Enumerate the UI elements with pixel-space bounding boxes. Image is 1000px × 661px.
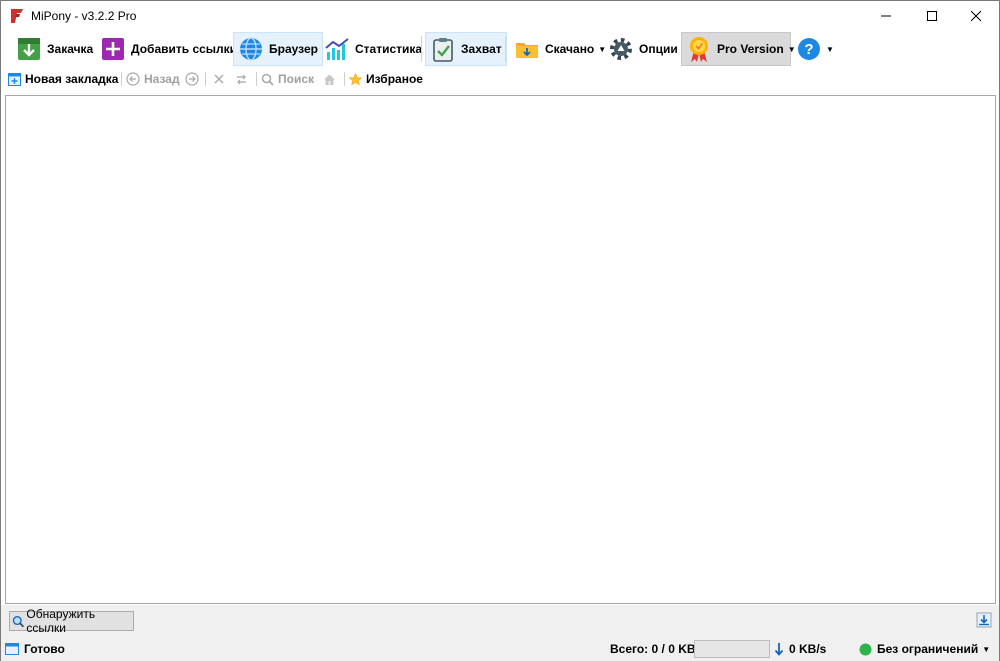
favorites-label: Избраное [366, 72, 423, 86]
stop-x-icon [214, 74, 224, 84]
award-medal-icon [690, 37, 708, 62]
browser-nav-bar: Новая закладка Назад Поиск Избраное [1, 67, 999, 91]
total-size: Всего: 0 / 0 KB [610, 641, 696, 657]
add-links-button[interactable]: Добавить ссылки [95, 32, 242, 66]
detect-links-button[interactable]: Обнаружить ссылки [9, 607, 134, 635]
chevron-down-icon: ▼ [826, 44, 834, 54]
toolbar-separator [421, 36, 422, 62]
statistics-label: Статистика [355, 42, 423, 56]
refresh-button[interactable] [235, 70, 248, 88]
status-text: Готово [24, 642, 65, 656]
status-dot-icon [859, 643, 872, 655]
pro-version-button[interactable]: Pro Version ▼ [681, 32, 796, 66]
total-progress-bar [694, 640, 770, 658]
downloaded-menu-button[interactable]: Скачано ▼ [509, 32, 611, 66]
download-icon [18, 38, 40, 60]
back-label: Назад [144, 72, 180, 86]
stop-button[interactable] [213, 70, 225, 88]
forward-button[interactable] [185, 70, 199, 88]
home-button[interactable] [323, 70, 336, 88]
statistics-icon [325, 38, 349, 60]
new-tab-label: Новая закладка [25, 72, 119, 86]
title-bar[interactable]: MiPony - v3.2.2 Pro [1, 1, 999, 31]
speed-limit-text: Без ограничений [877, 642, 979, 656]
help-menu-button[interactable]: ? ▼ [791, 32, 839, 66]
main-toolbar: Закачка Добавить ссылки Браузер Статисти… [1, 31, 999, 67]
help-icon: ? [798, 38, 820, 60]
detect-links-label: Обнаружить ссылки [26, 607, 96, 635]
refresh-icon [237, 74, 246, 84]
capture-label: Захват [461, 42, 502, 56]
nav-separator [256, 72, 257, 86]
download-tray-icon [976, 612, 992, 628]
toolbar-separator [505, 36, 506, 62]
search-button[interactable]: Поиск [261, 70, 314, 88]
gear-icon [610, 38, 632, 60]
close-button[interactable] [953, 1, 999, 31]
tab-capture[interactable]: Захват [425, 32, 507, 66]
minimize-button[interactable] [863, 1, 909, 31]
app-window: MiPony - v3.2.2 Pro Закачка Добавить ссы… [0, 0, 1000, 661]
star-icon [349, 72, 362, 85]
speed-limit-dropdown[interactable]: Без ограничений ▼ [859, 641, 990, 657]
status-state: Готово [5, 641, 65, 657]
nav-separator [205, 72, 206, 86]
nav-separator [344, 72, 345, 86]
arrow-right-circle-icon [185, 72, 199, 86]
arrow-down-icon [774, 643, 784, 656]
maximize-icon [927, 11, 937, 21]
close-icon [971, 11, 981, 21]
add-links-label: Добавить ссылки [131, 42, 238, 56]
download-speed: 0 KB/s [774, 641, 826, 657]
folder-download-icon [516, 43, 538, 58]
browser-content-area[interactable] [5, 95, 996, 604]
downloaded-label: Скачано [545, 42, 595, 56]
clipboard-check-icon [433, 38, 453, 62]
home-icon [324, 74, 335, 85]
pro-version-label: Pro Version [717, 42, 784, 56]
arrow-left-circle-icon [126, 72, 140, 86]
window-title: MiPony - v3.2.2 Pro [31, 9, 137, 23]
svg-text:?: ? [804, 41, 813, 58]
new-tab-button[interactable]: Новая закладка [8, 70, 118, 88]
globe-icon [240, 37, 262, 61]
nav-separator [121, 72, 122, 86]
browser-label: Браузер [269, 42, 318, 56]
back-button[interactable]: Назад [126, 70, 180, 88]
download-button[interactable]: Закачка [11, 32, 98, 66]
download-label: Закачка [47, 42, 94, 56]
search-icon [12, 615, 25, 627]
mipony-logo-icon [11, 9, 23, 23]
tab-browser[interactable]: Браузер [233, 32, 323, 66]
status-bar: Готово Всего: 0 / 0 KB 0 KB/s Без ограни… [1, 637, 999, 661]
chevron-down-icon: ▼ [982, 644, 991, 654]
download-panel-button[interactable] [976, 612, 992, 628]
total-size-text: Всего: 0 / 0 KB [610, 642, 696, 656]
download-speed-text: 0 KB/s [789, 642, 827, 656]
options-label: Опции [639, 42, 678, 56]
minimize-icon [881, 15, 891, 17]
plus-icon [102, 38, 124, 60]
options-button[interactable]: Опции [603, 32, 683, 66]
search-icon [261, 73, 274, 86]
new-tab-icon [8, 72, 21, 86]
favorites-button[interactable]: Избраное [349, 70, 423, 88]
tab-statistics[interactable]: Статистика [319, 32, 427, 66]
window-status-icon [5, 643, 19, 655]
bottom-strip: Обнаружить ссылки [1, 605, 999, 637]
search-label: Поиск [278, 72, 315, 86]
maximize-button[interactable] [909, 1, 955, 31]
